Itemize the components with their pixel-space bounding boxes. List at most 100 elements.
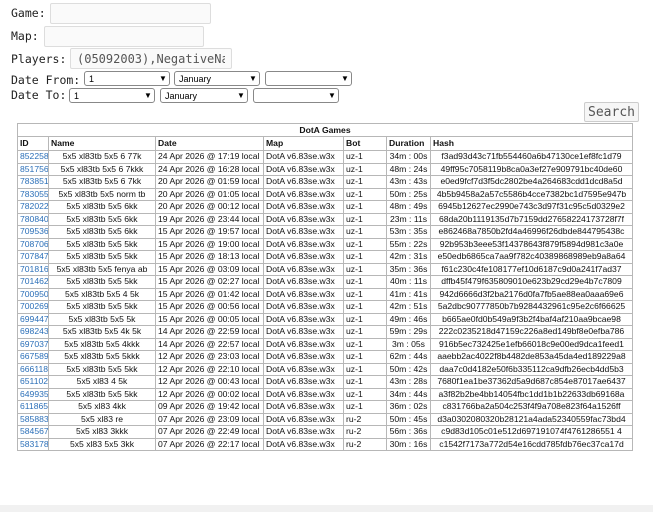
game-id-cell[interactable]: 649935 xyxy=(17,387,49,401)
table-row: 611865 5x5 xl83 4kk 09 Apr 2026 @ 19:42 lo… xyxy=(17,400,633,414)
game-id-cell[interactable]: 782022 xyxy=(17,200,49,214)
game-id-link[interactable]: 611865 xyxy=(20,401,48,411)
game-duration-cell: 30m : 16s xyxy=(386,437,431,451)
game-id-link[interactable]: 783851 xyxy=(20,176,48,186)
game-id-cell[interactable]: 667589 xyxy=(17,350,49,364)
table-row: 699447 5x5 xl83tb 5x5 5k 15 Apr 2026 @ 00:… xyxy=(17,312,633,326)
game-bot-cell: uz-1 xyxy=(343,350,387,364)
game-id-cell[interactable]: 780840 xyxy=(17,212,49,226)
search-button[interactable]: Search xyxy=(584,102,639,122)
game-duration-cell: 50m : 25s xyxy=(386,187,431,201)
game-id-link[interactable]: 708706 xyxy=(20,239,48,249)
column-header-hash: Hash xyxy=(430,136,633,151)
game-map-cell: DotA v6.83se.w3x xyxy=(263,287,344,301)
game-id-link[interactable]: 701462 xyxy=(20,276,48,286)
map-label: Map: xyxy=(11,29,39,43)
game-id-cell[interactable]: 583178 xyxy=(17,437,49,451)
game-id-cell[interactable]: 852258 xyxy=(17,150,49,164)
game-id-cell[interactable]: 707847 xyxy=(17,250,49,264)
chevron-down-icon: ▼ xyxy=(144,91,152,100)
game-duration-cell: 34m : 44s xyxy=(386,387,431,401)
game-duration-cell: 62m : 44s xyxy=(386,350,431,364)
game-id-cell[interactable]: 584567 xyxy=(17,425,49,439)
game-name-cell: 5x5 xl83tb 5x5 fenya ab xyxy=(48,262,156,276)
game-id-cell[interactable]: 699447 xyxy=(17,312,49,326)
game-date-cell: 15 Apr 2026 @ 00:56 local xyxy=(155,300,264,314)
game-bot-cell: uz-1 xyxy=(343,150,387,164)
game-id-link[interactable]: 709536 xyxy=(20,226,48,236)
date-from-day-select[interactable]: 1 ▼ xyxy=(84,71,170,86)
table-row: 701816 5x5 xl83tb 5x5 fenya ab 15 Apr 2026… xyxy=(17,262,633,276)
game-id-link[interactable]: 698243 xyxy=(20,326,48,336)
game-id-cell[interactable]: 697037 xyxy=(17,337,49,351)
column-header-id: ID xyxy=(17,136,49,151)
game-id-link[interactable]: 700950 xyxy=(20,289,48,299)
game-id-link[interactable]: 699447 xyxy=(20,314,48,324)
game-duration-cell: 55m : 22s xyxy=(386,237,431,251)
date-to-year-select[interactable]: ▼ xyxy=(253,88,339,103)
game-id-link[interactable]: 697037 xyxy=(20,339,48,349)
game-date-cell: 07 Apr 2026 @ 23:09 local xyxy=(155,412,264,426)
game-id-cell[interactable]: 700950 xyxy=(17,287,49,301)
game-id-cell[interactable]: 783055 xyxy=(17,187,49,201)
table-row: 783851 5x5 xl83tb 5x5 6 7kk 20 Apr 2026 @ … xyxy=(17,175,633,189)
map-input[interactable] xyxy=(44,26,204,47)
game-date-cell: 15 Apr 2026 @ 19:00 local xyxy=(155,237,264,251)
game-id-cell[interactable]: 851756 xyxy=(17,162,49,176)
game-name-cell: 5x5 xl83tb 5x5 5kk xyxy=(48,362,156,376)
game-id-cell[interactable]: 666118 xyxy=(17,362,49,376)
game-id-link[interactable]: 780840 xyxy=(20,214,48,224)
game-id-cell[interactable]: 783851 xyxy=(17,175,49,189)
game-id-cell[interactable]: 701462 xyxy=(17,275,49,289)
game-map-cell: DotA v6.83se.w3x xyxy=(263,325,344,339)
game-hash-cell: 222c0235218d47159c226a8ed149bf8e0efba786 xyxy=(430,325,633,339)
game-bot-cell: uz-1 xyxy=(343,362,387,376)
game-bot-cell: ru-2 xyxy=(343,437,387,451)
game-id-link[interactable]: 667589 xyxy=(20,351,48,361)
game-date-cell: 09 Apr 2026 @ 19:42 local xyxy=(155,400,264,414)
game-id-link[interactable]: 701816 xyxy=(20,264,48,274)
game-duration-cell: 48m : 49s xyxy=(386,200,431,214)
date-to-day-select[interactable]: 1 ▼ xyxy=(69,88,155,103)
game-id-cell[interactable]: 700269 xyxy=(17,300,49,314)
game-id-link[interactable]: 651102 xyxy=(20,376,48,386)
table-row: 584567 5x5 xl83 3kkk 07 Apr 2026 @ 22:49 l… xyxy=(17,425,633,439)
game-bot-cell: uz-1 xyxy=(343,175,387,189)
game-map-cell: DotA v6.83se.w3x xyxy=(263,400,344,414)
game-id-link[interactable]: 585883 xyxy=(20,414,48,424)
game-id-link[interactable]: 583178 xyxy=(20,439,48,449)
date-from-year-select[interactable]: ▼ xyxy=(265,71,352,86)
game-id-link[interactable]: 783055 xyxy=(20,189,48,199)
game-id-link[interactable]: 584567 xyxy=(20,426,48,436)
chevron-down-icon: ▼ xyxy=(249,74,257,83)
game-id-cell[interactable]: 708706 xyxy=(17,237,49,251)
game-id-link[interactable]: 666118 xyxy=(20,364,48,374)
date-to-month-select[interactable]: January ▼ xyxy=(160,88,248,103)
chevron-down-icon: ▼ xyxy=(341,74,349,83)
game-hash-cell: 942d6666d3f2ba2176d0fa7fb5ae88ea0aaa69e6 xyxy=(430,287,633,301)
game-map-cell: DotA v6.83se.w3x xyxy=(263,412,344,426)
game-id-link[interactable]: 851756 xyxy=(20,164,48,174)
game-name-cell: 5x5 xl83tb 5x5 5k xyxy=(48,312,156,326)
date-from-day-value: 1 xyxy=(89,73,95,84)
game-id-link[interactable]: 707847 xyxy=(20,251,48,261)
game-id-cell[interactable]: 585883 xyxy=(17,412,49,426)
game-id-link[interactable]: 782022 xyxy=(20,201,48,211)
table-row: 783055 5x5 xl83tb 5x5 norm tb 20 Apr 2026 … xyxy=(17,187,633,201)
game-map-cell: DotA v6.83se.w3x xyxy=(263,425,344,439)
game-input[interactable] xyxy=(50,3,211,24)
game-id-cell[interactable]: 701816 xyxy=(17,262,49,276)
game-id-cell[interactable]: 651102 xyxy=(17,375,49,389)
players-input[interactable] xyxy=(70,48,232,69)
game-id-cell[interactable]: 611865 xyxy=(17,400,49,414)
horizontal-scrollbar[interactable] xyxy=(0,505,653,512)
game-id-link[interactable]: 700269 xyxy=(20,301,48,311)
game-id-cell[interactable]: 709536 xyxy=(17,225,49,239)
game-date-cell: 12 Apr 2026 @ 22:10 local xyxy=(155,362,264,376)
game-id-link[interactable]: 649935 xyxy=(20,389,48,399)
game-id-cell[interactable]: 698243 xyxy=(17,325,49,339)
date-from-month-select[interactable]: January ▼ xyxy=(174,71,260,86)
game-name-cell: 5x5 xl83tb 5x5 5kk xyxy=(48,300,156,314)
game-name-cell: 5x5 xl83tb 5x5 norm tb xyxy=(48,187,156,201)
game-id-link[interactable]: 852258 xyxy=(20,151,48,161)
